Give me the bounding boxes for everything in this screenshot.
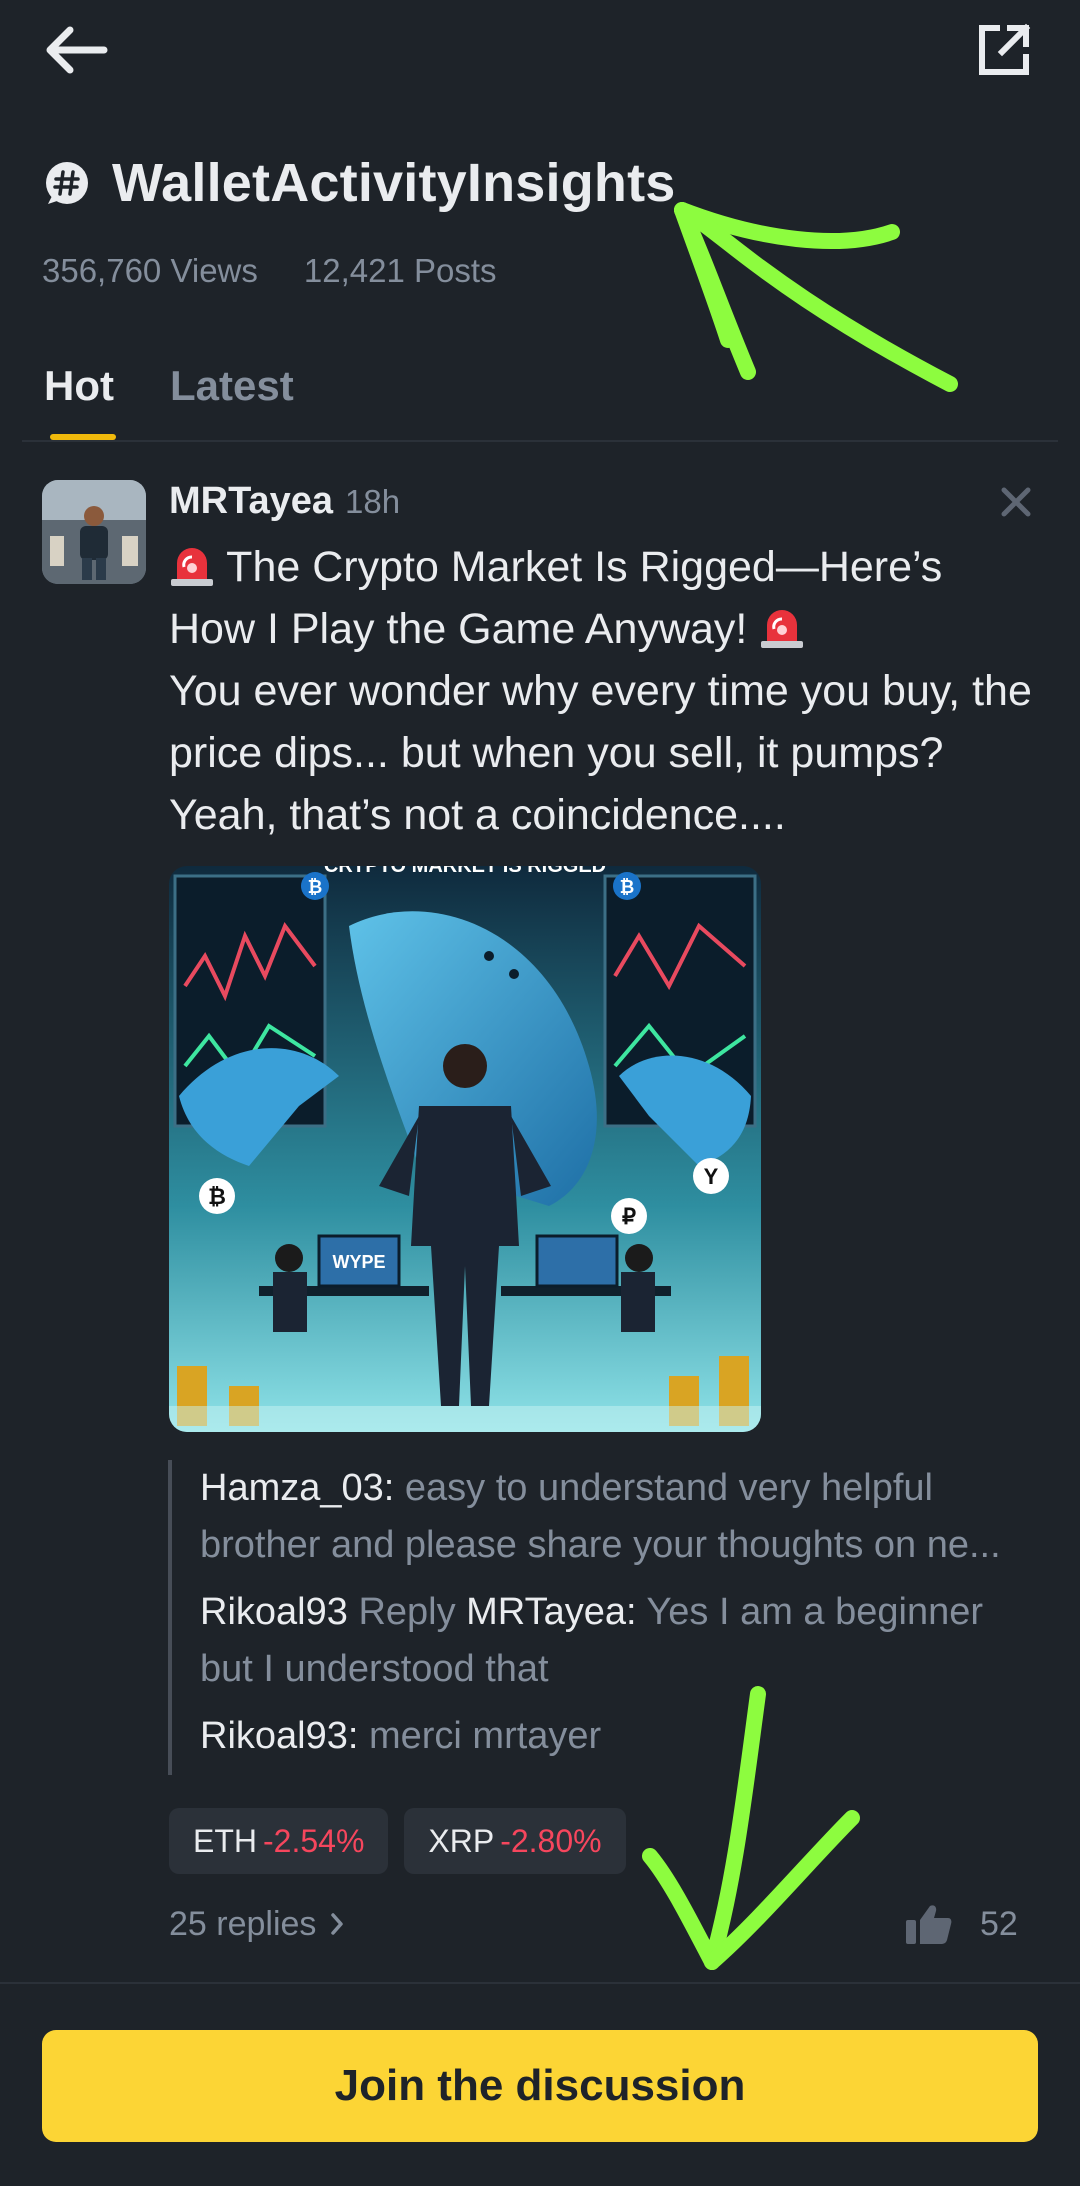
tab-bar: Hot Latest [0, 352, 1080, 442]
author-name[interactable]: MRTayea [169, 480, 333, 523]
topic-title: WalletActivityInsights [44, 148, 676, 218]
comment-item: Rikoal93: merci mrtayer [200, 1708, 1038, 1765]
comment-item: Rikoal93 Reply MRTayea: Yes I am a begin… [200, 1584, 1038, 1698]
page-title: WalletActivityInsights [112, 153, 676, 213]
comment-author: Hamza_03: [200, 1467, 395, 1509]
like-button[interactable]: 52 [906, 1900, 1018, 1948]
siren-icon [761, 610, 804, 648]
topic-page: WalletActivityInsights 356,760 Views 12,… [0, 0, 1080, 2186]
topic-stats: 356,760 Views 12,421 Posts [42, 252, 507, 290]
thumbs-up-icon [906, 1905, 952, 1944]
ticker-change: -2.80% [500, 1822, 602, 1859]
svg-text:₿: ₿ [620, 877, 635, 897]
post-image[interactable]: CRYPTO MARKET IS RIGGED ₿ ₿ ₿ ₽ Y WYPE [169, 866, 761, 1432]
comment-item: Hamza_03: easy to understand very helpfu… [200, 1460, 1038, 1574]
svg-text:₿: ₿ [208, 1184, 226, 1209]
ticker-eth[interactable]: ETH -2.54% [169, 1808, 389, 1874]
back-button[interactable] [44, 22, 110, 78]
avatar-image [42, 480, 146, 584]
chevron-right-icon [331, 1913, 344, 1935]
image-banner-text: CRYPTO MARKET IS RIGGED [324, 866, 606, 877]
top-bar [0, 0, 1080, 110]
tab-latest[interactable]: Latest [170, 362, 294, 410]
post-meta: MRTayea 18h [169, 480, 400, 526]
share-button[interactable] [976, 22, 1032, 78]
tab-hot[interactable]: Hot [44, 362, 114, 410]
comment-author: Rikoal93 [200, 1591, 348, 1633]
siren-icon [171, 548, 213, 586]
reply-label: Reply [358, 1591, 456, 1633]
post-text[interactable]: The Crypto Market Is Rigged—Here’s How I… [169, 536, 1039, 846]
ticker-symbol: XRP [428, 1822, 495, 1859]
join-discussion-button[interactable]: Join the discussion [42, 2030, 1038, 2142]
reply-to-author: MRTayea: [466, 1591, 637, 1633]
dismiss-button[interactable] [998, 484, 1034, 520]
avatar[interactable] [42, 480, 146, 584]
ticker-xrp[interactable]: XRP -2.80% [404, 1808, 626, 1874]
close-icon [1001, 487, 1031, 517]
ticker-list: ETH -2.54% XRP -2.80% [169, 1808, 642, 1874]
comment-preview[interactable]: Hamza_03: easy to understand very helpfu… [168, 1460, 1038, 1775]
ticker-change: -2.54% [263, 1822, 365, 1859]
post-body: You ever wonder why every time you buy, … [169, 667, 1032, 839]
posts-count: 12,421 Posts [303, 252, 497, 289]
post-headline: The Crypto Market Is Rigged—Here’s How I… [169, 543, 943, 653]
divider [0, 1982, 1080, 1984]
replies-count: 25 replies [169, 1904, 317, 1943]
share-icon [979, 23, 1031, 75]
svg-text:₿: ₿ [308, 877, 323, 897]
comment-text: merci mrtayer [368, 1715, 602, 1757]
svg-text:₽: ₽ [622, 1204, 636, 1229]
ticker-symbol: ETH [193, 1822, 257, 1859]
comment-author: Rikoal93: [200, 1715, 359, 1757]
divider [22, 440, 1058, 442]
replies-link[interactable]: 25 replies [169, 1900, 344, 1948]
image-screen-text: WYPE [332, 1252, 385, 1272]
like-count: 52 [980, 1904, 1018, 1943]
svg-text:Y: Y [704, 1164, 719, 1189]
post-time: 18h [345, 483, 401, 520]
back-arrow-icon [46, 26, 108, 74]
hashtag-icon [46, 162, 88, 204]
views-count: 356,760 Views [42, 252, 258, 289]
